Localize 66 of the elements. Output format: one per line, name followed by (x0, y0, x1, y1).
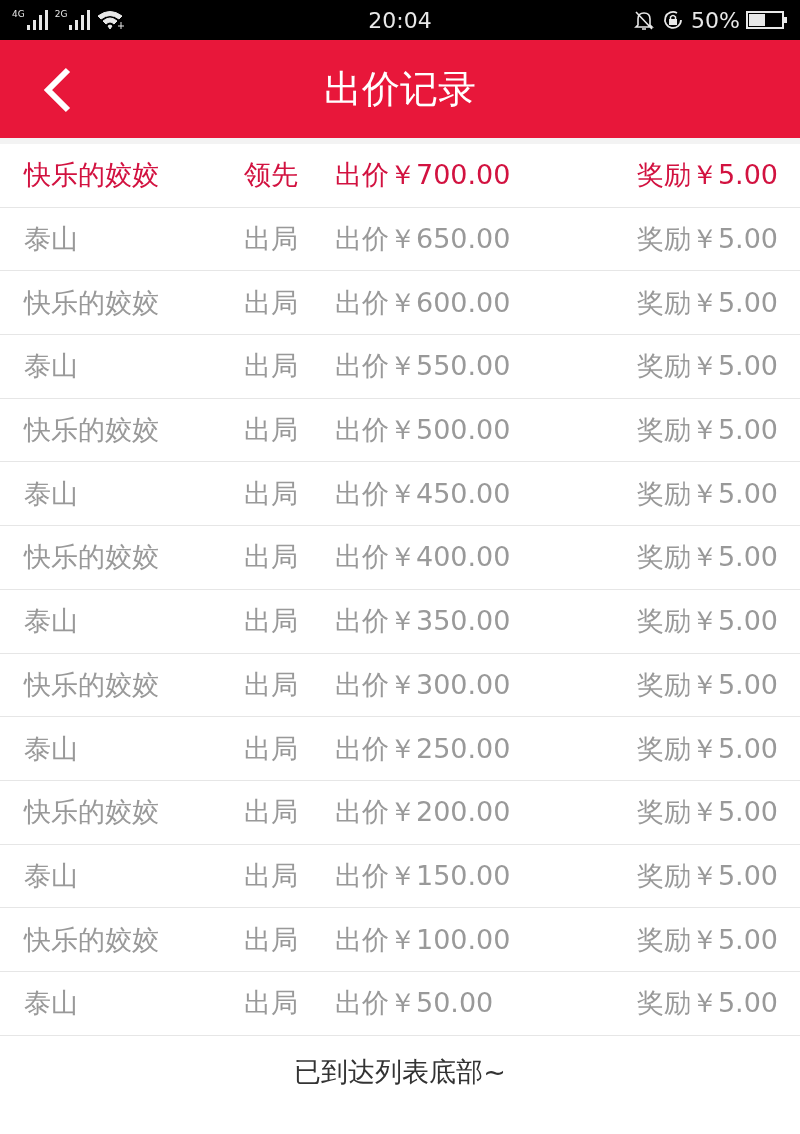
bidder-name: 快乐的姣姣 (24, 922, 160, 957)
battery-icon (746, 10, 788, 30)
reward-amount: 奖励￥5.00 (636, 795, 778, 830)
bid-amount: 出价￥50.00 (335, 986, 495, 1021)
bidder-name: 快乐的姣姣 (24, 413, 160, 448)
bid-status: 出局 (244, 667, 299, 702)
end-of-list-text: 已到达列表底部~ (294, 1054, 506, 1089)
bid-status: 出局 (244, 413, 299, 448)
reward-amount: 奖励￥5.00 (636, 540, 778, 575)
bid-amount: 出价￥500.00 (335, 413, 512, 448)
bid-amount: 出价￥300.00 (335, 667, 512, 702)
bidder-name: 泰山 (24, 986, 79, 1021)
bid-amount: 出价￥250.00 (335, 731, 512, 766)
clock: 20:04 (368, 7, 432, 33)
signal-icon (26, 10, 49, 30)
bid-status: 出局 (244, 540, 299, 575)
reward-amount: 奖励￥5.00 (636, 667, 778, 702)
bid-amount: 出价￥350.00 (335, 604, 512, 639)
muted-bell-icon (633, 9, 656, 31)
bid-status: 出局 (244, 858, 299, 893)
bid-status: 出局 (244, 222, 299, 257)
network-type: 4G (12, 10, 25, 19)
bid-amount: 出价￥650.00 (335, 222, 512, 257)
bid-amount: 出价￥200.00 (335, 795, 512, 830)
bid-amount: 出价￥700.00 (335, 158, 512, 193)
bid-status: 出局 (244, 476, 299, 511)
bidder-name: 快乐的姣姣 (24, 540, 160, 575)
bidder-name: 泰山 (24, 731, 79, 766)
bidder-name: 快乐的姣姣 (24, 795, 160, 830)
battery-percent: 50% (691, 7, 740, 33)
reward-amount: 奖励￥5.00 (636, 285, 778, 320)
bid-status: 出局 (244, 731, 299, 766)
bid-status: 出局 (244, 986, 299, 1021)
reward-amount: 奖励￥5.00 (636, 158, 778, 193)
reward-amount: 奖励￥5.00 (636, 731, 778, 766)
reward-amount: 奖励￥5.00 (636, 986, 778, 1021)
reward-amount: 奖励￥5.00 (636, 476, 778, 511)
reward-amount: 奖励￥5.00 (636, 222, 778, 257)
reward-amount: 奖励￥5.00 (636, 858, 778, 893)
bid-amount: 出价￥400.00 (335, 540, 512, 575)
bidder-name: 泰山 (24, 858, 79, 893)
bidder-name: 快乐的姣姣 (24, 158, 160, 193)
reward-amount: 奖励￥5.00 (636, 922, 778, 957)
reward-amount: 奖励￥5.00 (636, 413, 778, 448)
bid-amount: 出价￥550.00 (335, 349, 512, 384)
signal-icon (69, 10, 92, 30)
bid-amount: 出价￥450.00 (335, 476, 512, 511)
bidder-name: 泰山 (24, 476, 79, 511)
bid-amount: 出价￥100.00 (335, 922, 512, 957)
bid-status: 出局 (244, 604, 299, 639)
bidder-name: 快乐的姣姣 (24, 667, 160, 702)
bid-status: 出局 (244, 922, 299, 957)
reward-amount: 奖励￥5.00 (636, 349, 778, 384)
bid-status: 出局 (244, 285, 299, 320)
bid-amount: 出价￥600.00 (335, 285, 512, 320)
reward-amount: 奖励￥5.00 (636, 604, 778, 639)
bidder-name: 泰山 (24, 222, 79, 257)
bidder-name: 泰山 (24, 349, 79, 384)
network-type: 2G (54, 10, 68, 19)
bid-status: 出局 (244, 795, 299, 830)
page-title: 出价记录 (324, 65, 476, 113)
bid-amount: 出价￥150.00 (335, 858, 512, 893)
bid-status: 出局 (244, 349, 299, 384)
bidder-name: 快乐的姣姣 (24, 285, 160, 320)
bidder-name: 泰山 (24, 604, 79, 639)
bid-status: 领先 (244, 158, 299, 193)
